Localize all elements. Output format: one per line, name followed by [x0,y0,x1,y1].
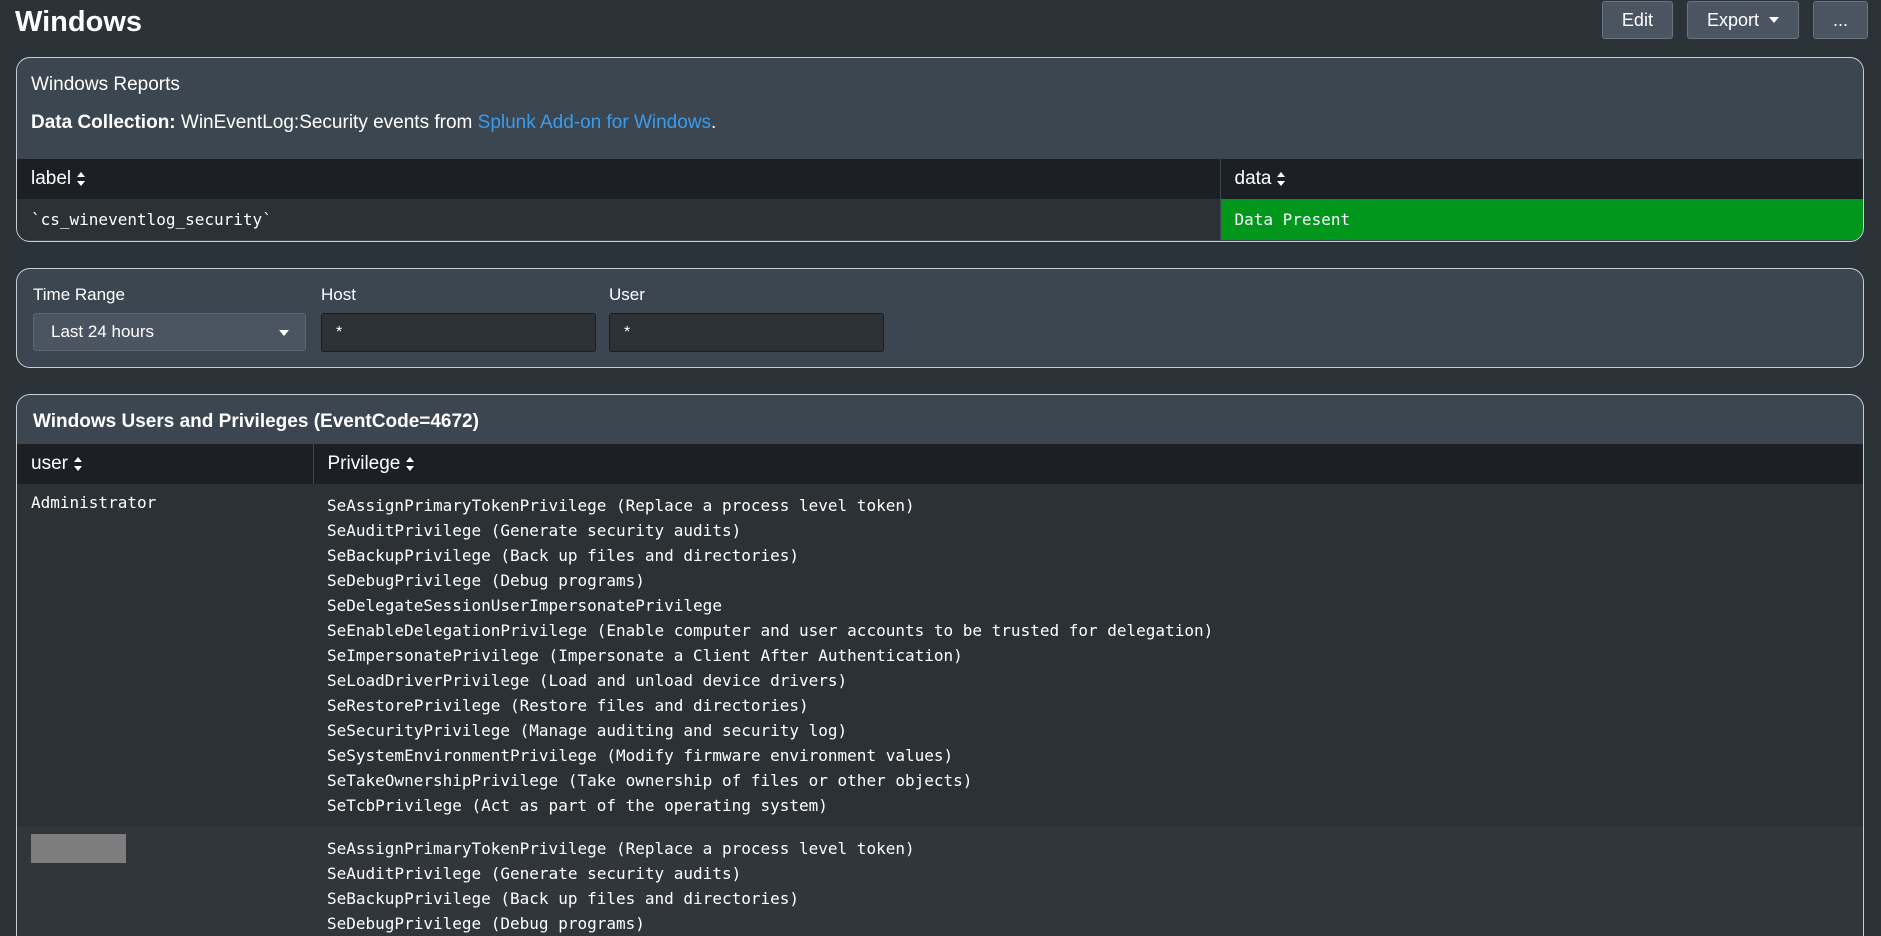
more-actions-button[interactable]: ... [1812,1,1868,39]
windows-reports-panel: Windows Reports Data Collection: WinEven… [16,57,1864,242]
sort-icon [73,456,83,471]
privileges-table: user Privilege Administrator SeAssignPri… [17,444,1863,936]
time-range-dropdown[interactable]: Last 24 hours [33,313,306,351]
panel-title: Windows Users and Privileges (EventCode=… [33,411,479,432]
export-button[interactable]: Export [1686,1,1799,39]
user-label: User [609,285,645,304]
column-header-label[interactable]: label [17,159,1220,199]
privilege-item: SeDebugPrivilege (Debug programs) [327,914,645,933]
privilege-item: SeLoadDriverPrivilege (Load and unload d… [327,671,848,690]
host-label: Host [321,285,356,304]
export-label: Export [1706,9,1759,30]
column-header-text: label [31,168,72,189]
privilege-item: SeDebugPrivilege (Debug programs) [327,571,645,590]
column-header-data[interactable]: data [1219,159,1863,199]
data-present-cell: Data Present [1219,199,1863,240]
chevron-down-icon [279,330,289,336]
macro-cell: `cs_wineventlog_security` [17,199,1220,240]
sort-icon [406,456,415,471]
column-header-user[interactable]: user [17,444,313,484]
page-title: Windows [15,6,143,38]
data-collection-end: . [711,112,717,133]
time-range-value: Last 24 hours [51,322,155,341]
redacted-username [31,834,126,863]
privilege-cell: SeAssignPrimaryTokenPrivilege (Replace a… [313,827,1863,936]
host-input[interactable] [321,313,596,352]
privilege-item: SeAssignPrimaryTokenPrivilege (Replace a… [327,839,915,858]
time-range-label: Time Range [33,285,125,304]
privilege-item: SeEnableDelegationPrivilege (Enable comp… [327,621,1214,640]
filter-panel: Time Range Last 24 hours Host User [16,268,1864,368]
privilege-item: SeImpersonatePrivilege (Impersonate a Cl… [327,646,963,665]
privilege-item: SeSystemEnvironmentPrivilege (Modify fir… [327,746,954,765]
user-cell: Administrator [17,484,313,827]
table-row: `cs_wineventlog_security` Data Present [17,199,1863,240]
privilege-item: SeBackupPrivilege (Back up files and dir… [327,546,800,565]
sort-icon [77,171,86,186]
table-row: SeAssignPrimaryTokenPrivilege (Replace a… [17,827,1863,936]
privilege-item: SeDelegateSessionUserImpersonatePrivileg… [327,596,722,615]
privilege-item: SeSecurityPrivilege (Manage auditing and… [327,721,848,740]
privilege-cell: SeAssignPrimaryTokenPrivilege (Replace a… [313,484,1863,827]
privilege-item: SeRestorePrivilege (Restore files and di… [327,696,809,715]
user-input[interactable] [609,313,884,352]
privilege-item: SeTcbPrivilege (Act as part of the opera… [327,796,828,815]
splunk-addon-link[interactable]: Splunk Add-on for Windows [478,112,711,133]
data-collection-text: Data Collection: WinEventLog:Security ev… [31,112,716,134]
privilege-item: SeTakeOwnershipPrivilege (Take ownership… [327,771,973,790]
panel-title: Windows Reports [31,74,180,95]
data-collection-label: Data Collection: [31,112,176,133]
privilege-item: SeAssignPrimaryTokenPrivilege (Replace a… [327,496,915,515]
dashboard-actions: Edit Export ... [1601,1,1868,39]
privilege-item: SeBackupPrivilege (Back up files and dir… [327,889,800,908]
privilege-item: SeAuditPrivilege (Generate security audi… [327,521,742,540]
chevron-down-icon [1768,17,1779,23]
edit-button[interactable]: Edit [1601,1,1673,39]
data-collection-source: WinEventLog:Security events from [175,112,478,133]
column-header-text: data [1234,168,1272,189]
column-header-privilege[interactable]: Privilege [312,444,1863,484]
users-privileges-panel: Windows Users and Privileges (EventCode=… [16,394,1864,936]
privilege-item: SeAuditPrivilege (Generate security audi… [327,864,742,883]
sort-icon [1277,171,1286,186]
column-header-text: user [31,453,68,474]
user-cell [17,827,313,936]
table-row: Administrator SeAssignPrimaryTokenPrivil… [17,484,1863,827]
data-status-table: label data `cs_wineventlog_security` Dat… [17,159,1863,240]
column-header-text: Privilege [327,453,401,474]
